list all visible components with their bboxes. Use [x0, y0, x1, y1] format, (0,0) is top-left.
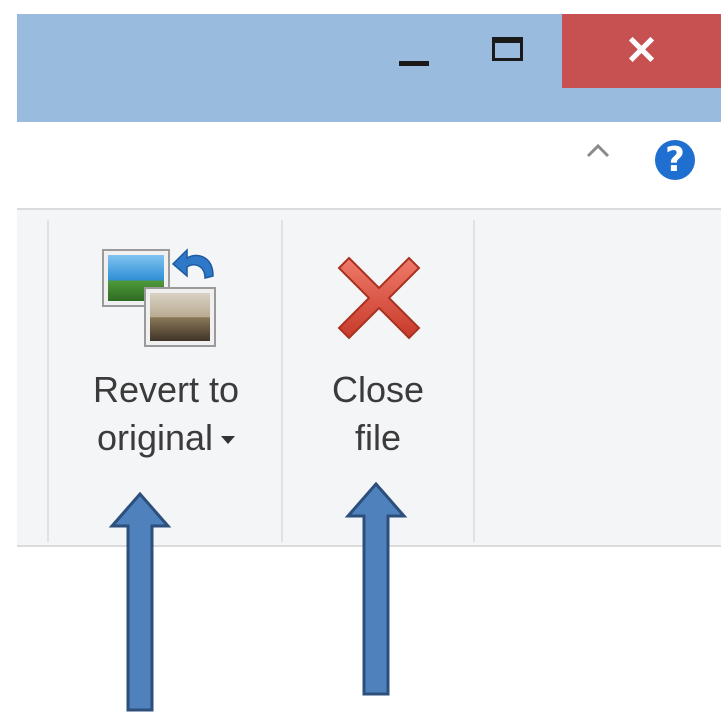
annotation-arrow-up	[108, 492, 172, 712]
dropdown-caret-icon[interactable]	[221, 436, 236, 445]
close-label-line2: file	[354, 417, 402, 458]
chevron-up-icon[interactable]	[583, 136, 613, 166]
red-x-icon	[337, 256, 421, 340]
minimize-button[interactable]	[396, 40, 432, 70]
close-label-line1: Close	[331, 369, 425, 410]
ribbon-header: ?	[17, 122, 721, 210]
ribbon-separator	[473, 220, 475, 542]
revert-label-line1: Revert to	[92, 369, 240, 410]
revert-image-icon	[102, 248, 216, 347]
annotation-arrow-up	[344, 482, 408, 696]
close-icon: ✕	[624, 29, 659, 73]
revert-label-line2: original	[51, 414, 281, 462]
maximize-button[interactable]	[490, 34, 530, 70]
help-icon[interactable]: ?	[655, 140, 695, 180]
maximize-icon	[492, 37, 523, 61]
ribbon-separator	[47, 220, 49, 542]
close-window-button[interactable]: ✕	[562, 14, 721, 88]
minimize-icon	[399, 61, 429, 66]
